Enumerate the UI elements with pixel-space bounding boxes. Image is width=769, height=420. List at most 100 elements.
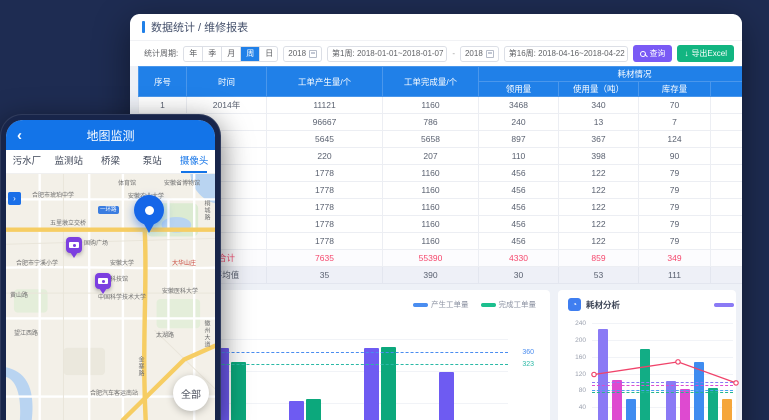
table-cell: 456: [479, 182, 559, 199]
phone-tab-监测站[interactable]: 监测站: [48, 150, 90, 173]
export-excel-button[interactable]: ↓ 导出Excel: [677, 45, 734, 62]
reference-label: 360: [522, 349, 534, 356]
table-cell: 1160: [383, 165, 479, 182]
y-tick-label: 160: [566, 354, 586, 361]
phone-title: 地图监测: [86, 127, 134, 144]
table-cell: 79: [639, 233, 711, 250]
phone-tab-桥梁[interactable]: 桥梁: [90, 150, 132, 173]
table-cell: 79: [639, 216, 711, 233]
table-cell: 220: [267, 148, 383, 165]
table-cell: 390: [383, 267, 479, 284]
table-cell: 349: [639, 250, 711, 267]
week-end-value: 第16周: 2018-04-16~2018-04-22: [509, 48, 625, 59]
period-option-月[interactable]: 月: [222, 47, 241, 61]
selected-location-pin[interactable]: [134, 195, 164, 225]
table-cell: 5658: [383, 131, 479, 148]
period-option-年[interactable]: 年: [184, 47, 203, 61]
table-cell: 79: [639, 199, 711, 216]
phone-tabs: 污水厂监测站桥梁泵站摄像头: [6, 150, 215, 174]
y-tick-label: 40: [566, 404, 586, 411]
map-view[interactable]: 合肥市琥珀中学体育馆安徽农业大学安徽省博物馆桐城路一环路五里墩立交桥合肥市宁溪小…: [6, 174, 215, 420]
bar-completed: [306, 399, 321, 420]
legend-label: 完成工单量: [499, 299, 537, 310]
sub-col-header: 领用量: [479, 82, 559, 97]
right-chart-plot: [592, 324, 733, 420]
avg-row: 平均值353903053111140: [139, 267, 743, 284]
export-button-label: 导出Excel: [691, 48, 727, 59]
phone-tab-泵站[interactable]: 泵站: [131, 150, 173, 173]
table-cell: 67: [711, 199, 743, 216]
right-chart-title: 耗材分析: [586, 299, 620, 311]
y-tick-label: 200: [566, 337, 586, 344]
bar-produced: [289, 401, 304, 420]
bar-produced: [364, 348, 379, 420]
y-tick-label: 240: [566, 320, 586, 327]
table-cell: 79: [639, 182, 711, 199]
period-label: 统计周期:: [144, 48, 178, 59]
legend-item: 产生工单量: [413, 299, 469, 310]
table-cell: 456: [479, 165, 559, 182]
map-label: 徽州大道: [202, 320, 211, 348]
table-cell: 110: [479, 148, 559, 165]
filter-bar: 统计周期: 年季月周日 2018 第1周: 2018-01-01~2018-01…: [130, 40, 742, 66]
search-icon: [640, 51, 646, 57]
phone-tab-摄像头[interactable]: 摄像头: [173, 150, 215, 173]
table-cell: 124: [639, 131, 711, 148]
sub-col-header: 库存量: [639, 82, 711, 97]
table-cell: 1160: [383, 199, 479, 216]
map-expand-button[interactable]: ›: [8, 192, 21, 205]
table-cell: 1160: [383, 216, 479, 233]
col-header: 时间: [187, 67, 267, 97]
map-all-button[interactable]: 全部: [173, 375, 209, 411]
table-cell: 1778: [267, 199, 383, 216]
table-row: 9177811604561227967: [139, 233, 743, 250]
table-cell: 122: [559, 233, 639, 250]
map-label: 黄山路: [10, 290, 28, 299]
table-cell: 11121: [267, 97, 383, 114]
period-option-周[interactable]: 周: [241, 47, 260, 61]
sub-col-header: 使用量（吨）: [559, 82, 639, 97]
table-cell: 5645: [267, 131, 383, 148]
reference-label: 323: [522, 361, 534, 368]
y-tick-label: 80: [566, 387, 586, 394]
report-table: 序号时间工单产生量/个工单完成量/个耗材情况领用量使用量（吨）库存量金额 120…: [138, 66, 742, 284]
sub-col-header: 金额: [711, 82, 743, 97]
period-option-季[interactable]: 季: [203, 47, 222, 61]
table-cell: 13: [559, 114, 639, 131]
table-cell: 456: [479, 216, 559, 233]
map-label: 国购广场: [84, 238, 108, 247]
table-cell: 35: [267, 267, 383, 284]
year-start-select[interactable]: 2018: [283, 46, 322, 62]
period-option-日[interactable]: 日: [260, 47, 278, 61]
table-row: 12014年111211160346834070250: [139, 97, 743, 114]
table-row: 6177811604561227967: [139, 182, 743, 199]
table-header-row: 序号时间工单产生量/个工单完成量/个耗材情况: [139, 67, 743, 82]
table-cell: 67: [711, 216, 743, 233]
group-header: 耗材情况: [479, 67, 743, 82]
dashboard-window: 数据统计 / 维修报表 统计周期: 年季月周日 2018 第1周: 2018-0…: [130, 14, 742, 420]
table-cell: 7: [639, 114, 711, 131]
map-label: 金寨路: [136, 356, 145, 377]
map-label: 桐城路: [202, 200, 211, 221]
table-cell: 67: [711, 182, 743, 199]
year-end-select[interactable]: 2018: [460, 46, 499, 62]
week-end-input[interactable]: 第16周: 2018-04-16~2018-04-22: [504, 46, 629, 62]
map-label: 合肥市宁溪小学: [16, 258, 58, 267]
period-segment[interactable]: 年季月周日: [183, 46, 278, 62]
query-button[interactable]: 查询: [633, 45, 672, 62]
camera-marker[interactable]: [95, 273, 111, 289]
back-icon[interactable]: ‹: [17, 128, 22, 143]
phone-screen: ‹ 地图监测 污水厂监测站桥梁泵站摄像头: [6, 120, 215, 420]
week-start-input[interactable]: 第1周: 2018-01-01~2018-01-07: [327, 46, 447, 62]
phone-mockup: ‹ 地图监测 污水厂监测站桥梁泵站摄像头: [0, 114, 221, 420]
table-cell: 859: [559, 250, 639, 267]
table-cell: 1778: [267, 182, 383, 199]
table-cell: 1160: [383, 182, 479, 199]
legend-label: 产生工单量: [431, 299, 469, 310]
table-cell: 70: [639, 97, 711, 114]
table-cell: 786: [383, 114, 479, 131]
camera-marker[interactable]: [66, 237, 82, 253]
table-cell: 122: [559, 182, 639, 199]
table-row: 5177811604561227967: [139, 165, 743, 182]
phone-tab-污水厂[interactable]: 污水厂: [6, 150, 48, 173]
